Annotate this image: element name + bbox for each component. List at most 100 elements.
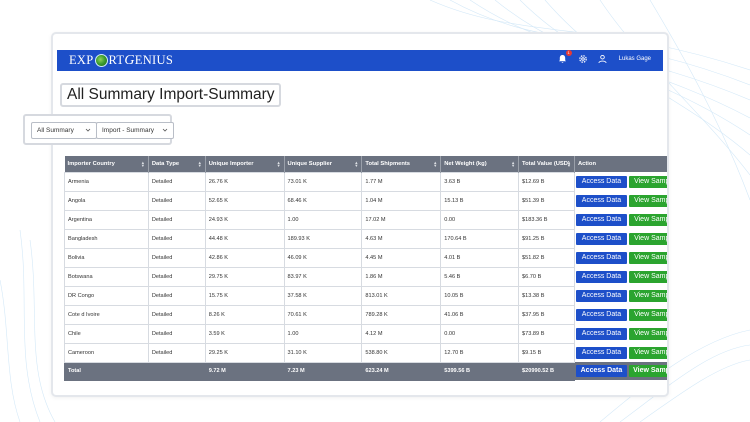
table-cell: Angola [64, 190, 149, 211]
user-icon[interactable] [597, 53, 609, 65]
table-cell: 41.06 B [440, 304, 520, 325]
access-data-button[interactable]: Access Data [575, 346, 627, 359]
access-data-button[interactable]: Access Data [575, 308, 627, 321]
col-data-type[interactable]: Data Type ▲ ▼ [148, 156, 206, 172]
table-cell: Armenia [64, 171, 149, 192]
table-cell: Detailed [147, 190, 206, 211]
table-cell: 46.09 K [283, 247, 363, 268]
action-cell: Access DataView Sample [574, 267, 667, 286]
table-cell: 52.65 K [204, 190, 285, 211]
view-sample-button[interactable]: View Sample [628, 194, 667, 207]
summary-select[interactable]: All Summary [31, 122, 97, 139]
total-cell: $20990.52 B [518, 361, 575, 381]
total-cell [147, 361, 206, 381]
table-cell: 29.75 K [204, 266, 285, 287]
table-row: Angola Detailed 52.65 K 68.46 K 1.04 M 15.13 … [64, 190, 667, 211]
view-sample-button[interactable]: View Sample [628, 251, 667, 264]
access-data-button[interactable]: Access Data [575, 213, 627, 226]
table-cell: 4.01 B [440, 247, 520, 268]
table-cell: 813.01 K [361, 285, 442, 306]
view-sample-button[interactable]: View Sample [628, 327, 667, 340]
table-cell: 3.63 B [440, 171, 520, 192]
col-importer-country[interactable]: Importer Country ▲ ▼ [64, 156, 149, 172]
page-title: All Summary Import-Summary [67, 86, 275, 103]
action-cell: Access DataView Sample [574, 343, 667, 362]
total-cell: Total [64, 361, 149, 381]
table-row: Chile Detailed 3.59 K 1.00 4.12 M 0.00 $73.89 … [64, 323, 667, 344]
col-total-value[interactable]: Total Value (USD) ▲ ▼ [518, 156, 575, 172]
access-data-button[interactable]: Access Data [575, 251, 627, 264]
table-cell: $6.70 B [518, 266, 575, 287]
table-cell: 1.00 [283, 209, 363, 230]
action-cell: Access DataView Sample [574, 305, 667, 324]
logo-text-b: RT [108, 53, 125, 67]
table-total-row: Total 9.72 M 7.23 M 623.24 M 5399.56 B $20990… [64, 361, 667, 381]
export-genius-logo[interactable]: EXP RT G ENIUS [69, 51, 173, 70]
access-data-button[interactable]: Access Data [575, 270, 627, 283]
table-cell: $12.69 B [518, 171, 575, 192]
table-cell: $183.36 B [518, 209, 575, 230]
logo-text-d: ENIUS [134, 53, 174, 67]
view-sample-button[interactable]: View Sample [628, 346, 667, 359]
table-cell: 4.12 M [361, 323, 442, 344]
main-panel: EXP RT G ENIUS 1 Lukas Gage All Summary … [51, 32, 669, 397]
table-cell: 5.46 B [440, 266, 520, 287]
col-unique-importer[interactable]: Unique Importer ▲ ▼ [205, 156, 285, 172]
action-cell: Access DataView Sample [574, 172, 667, 191]
table-cell: 83.97 K [283, 266, 363, 287]
access-data-button[interactable]: Access Data [575, 365, 627, 377]
view-sample-button[interactable]: View Sample [628, 270, 667, 283]
col-unique-supplier[interactable]: Unique Supplier ▲ ▼ [284, 156, 363, 172]
table-cell: 1.00 [283, 323, 363, 344]
table-cell: 68.46 K [283, 190, 363, 211]
table-cell: $13.38 B [518, 285, 575, 306]
table-row: Botswana Detailed 29.75 K 83.97 K 1.86 M 5.46… [64, 266, 667, 287]
access-data-button[interactable]: Access Data [575, 194, 627, 207]
table-row: DR Congo Detailed 15.75 K 37.58 K 813.01 K 10… [64, 285, 667, 306]
notification-bell-icon[interactable]: 1 [557, 50, 572, 65]
access-data-button[interactable]: Access Data [575, 327, 627, 340]
table-cell: 70.61 K [283, 304, 363, 325]
view-sample-button[interactable]: View Sample [628, 289, 667, 302]
view-sample-button[interactable]: View Sample [628, 308, 667, 321]
table-row: Cote d Ivoire Detailed 8.26 K 70.61 K 789.28… [64, 304, 667, 325]
table-cell: 15.75 K [204, 285, 285, 306]
table-cell: Detailed [147, 247, 206, 268]
view-sample-button[interactable]: View Sample [628, 213, 667, 226]
col-total-shipments[interactable]: Total Shipments ▲ ▼ [361, 156, 442, 172]
access-data-button[interactable]: Access Data [575, 232, 627, 245]
table-cell: $51.39 B [518, 190, 575, 211]
table-cell: 73.01 K [283, 171, 363, 192]
view-sample-button[interactable]: View Sample [628, 232, 667, 245]
total-cell: 623.24 M [361, 361, 442, 381]
table-cell: Detailed [147, 323, 206, 344]
action-cell: Access DataView Sample [574, 191, 667, 210]
table-cell: $73.89 B [518, 323, 575, 344]
total-cell: 5399.56 B [440, 361, 520, 381]
table-cell: 1.77 M [361, 171, 442, 192]
view-sample-button[interactable]: View Sample [628, 175, 667, 188]
action-cell: Access DataView Sample [574, 210, 667, 229]
view-sample-button[interactable]: View Sample [628, 365, 667, 377]
table-cell: Bolivia [64, 247, 149, 268]
user-name[interactable]: Lukas Gage [619, 56, 651, 62]
table-cell: Detailed [147, 342, 206, 363]
sort-icon: ▲ ▼ [566, 160, 571, 168]
table-cell: Detailed [147, 228, 206, 249]
table-cell: Detailed [147, 304, 206, 325]
sort-icon: ▲ ▼ [433, 160, 438, 168]
table-cell: 24.93 K [204, 209, 285, 230]
access-data-button[interactable]: Access Data [575, 289, 627, 302]
gear-icon[interactable] [577, 53, 589, 65]
col-net-weight[interactable]: Net Weight (kg) ▲ ▼ [440, 156, 520, 172]
table-cell: 189.93 K [283, 228, 363, 249]
table-row: Armenia Detailed 26.76 K 73.01 K 1.77 M 3.63 … [64, 171, 667, 192]
table-cell: 0.00 [440, 209, 520, 230]
access-data-button[interactable]: Access Data [575, 175, 627, 188]
table-cell: Botswana [64, 266, 149, 287]
table-cell: 538.80 K [361, 342, 442, 363]
type-select[interactable]: Import - Summary [96, 122, 174, 139]
table-cell: 0.00 [440, 323, 520, 344]
table-header-row: Importer Country ▲ ▼ Data Type ▲ ▼ Unique Im… [64, 156, 667, 172]
top-navbar: EXP RT G ENIUS 1 Lukas Gage [57, 50, 663, 71]
